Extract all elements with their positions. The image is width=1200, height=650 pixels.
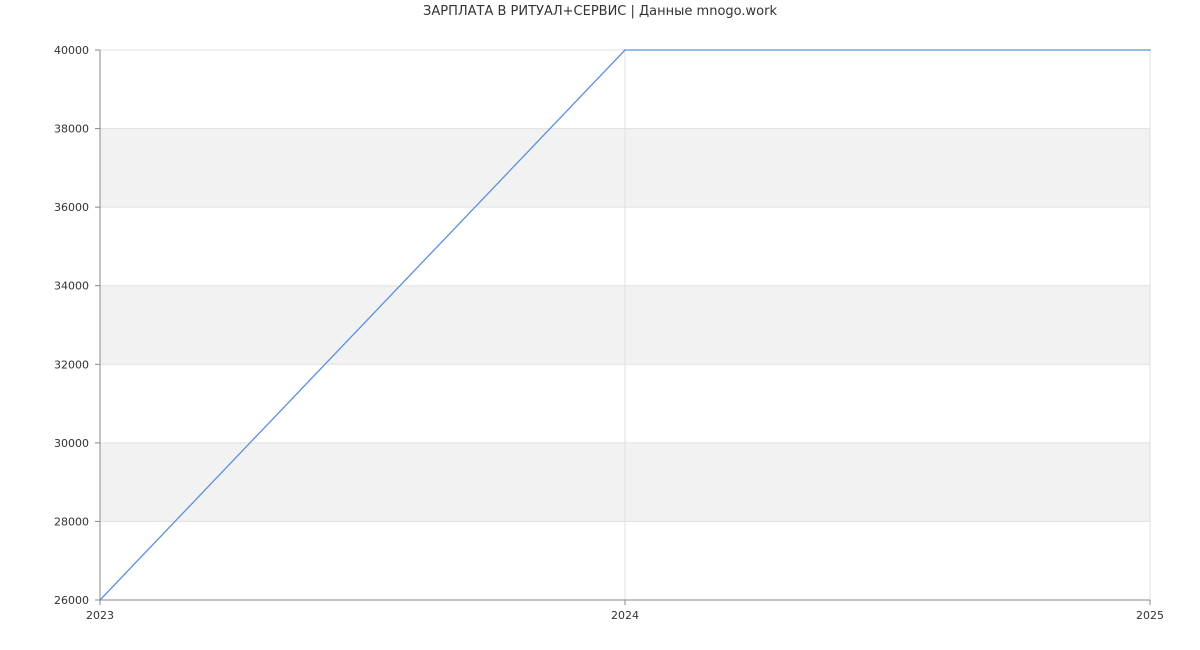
y-tick-label: 34000 <box>54 280 89 293</box>
data-point <box>624 49 626 51</box>
y-tick-label: 32000 <box>54 358 89 371</box>
x-tick-label: 2025 <box>1136 609 1164 622</box>
x-tick-label: 2024 <box>611 609 639 622</box>
line-chart: 26000 28000 30000 32000 34000 36000 38000 40000… <box>54 44 1164 622</box>
y-tick-label: 40000 <box>54 44 89 57</box>
y-tick-label: 26000 <box>54 594 89 607</box>
y-tick-label: 38000 <box>54 123 89 136</box>
y-tick-label: 36000 <box>54 201 89 214</box>
y-tick-label: 28000 <box>54 515 89 528</box>
y-tick-label: 30000 <box>54 437 89 450</box>
y-tick-labels: 26000 28000 30000 32000 34000 36000 38000 40000 <box>54 44 89 607</box>
x-tick-label: 2023 <box>86 609 114 622</box>
data-point <box>99 599 101 601</box>
data-point <box>1149 49 1151 51</box>
x-tick-labels: 2023 2024 2025 <box>86 609 1164 622</box>
